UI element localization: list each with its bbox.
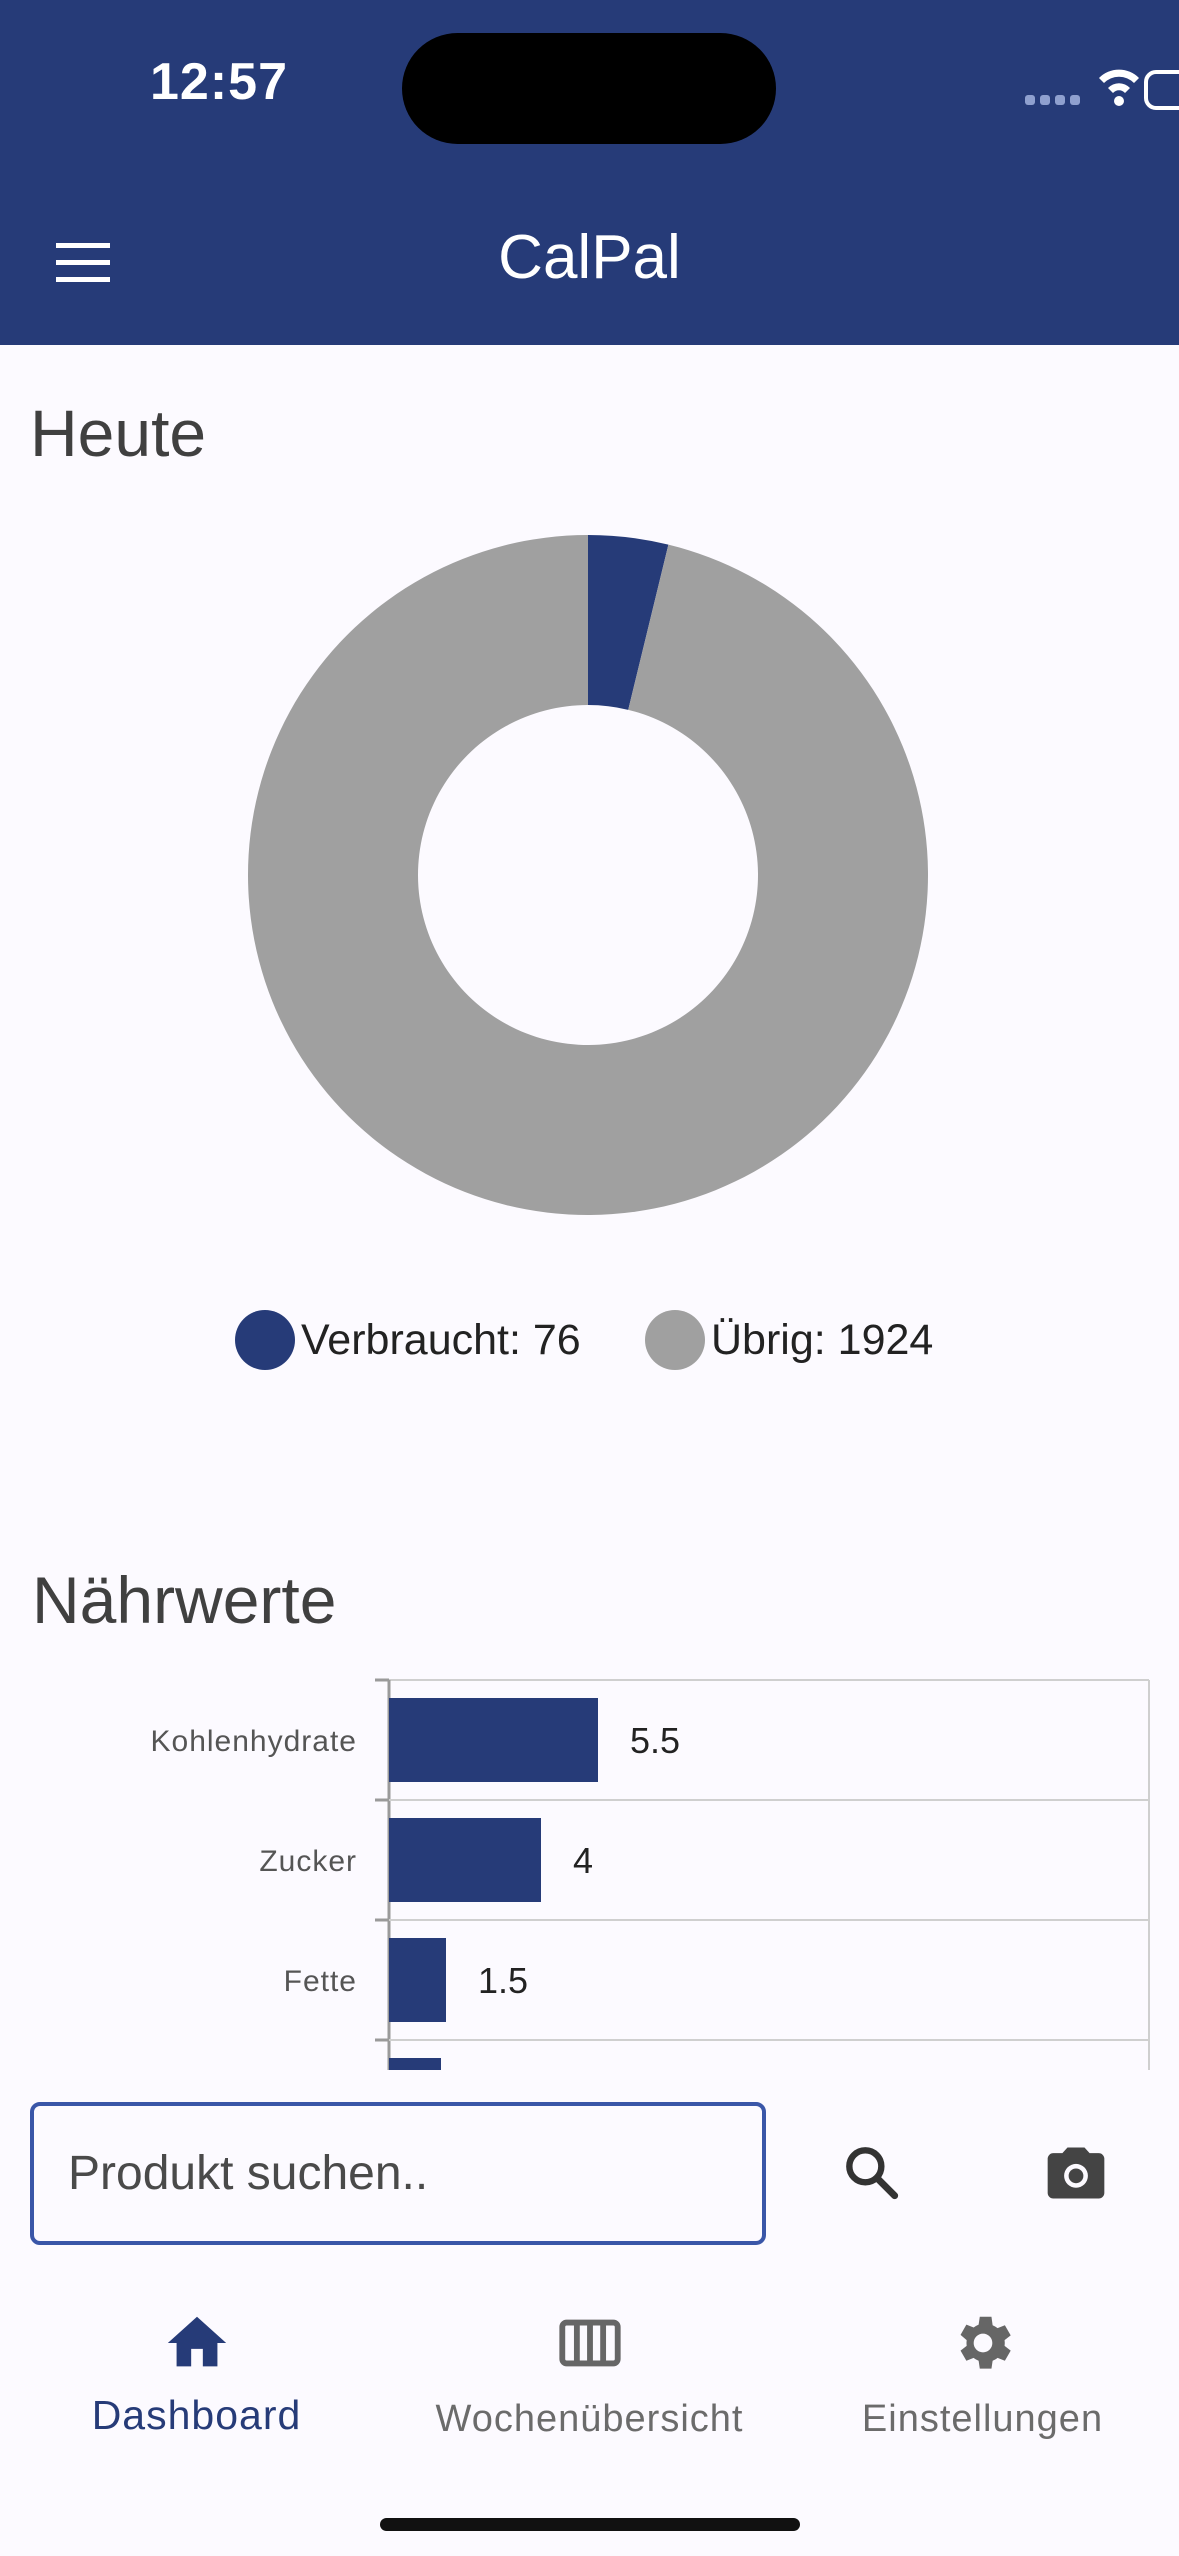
- status-time: 12:57: [150, 53, 288, 111]
- search-input[interactable]: [34, 2106, 762, 2241]
- app-bar: 12:57 CalPal: [0, 0, 1179, 345]
- bar-value-label-0: 5.5: [630, 1720, 680, 1761]
- legend-item-consumed: Verbraucht: 76: [235, 1305, 581, 1375]
- nav-settings[interactable]: Einstellungen: [786, 2280, 1179, 2460]
- nav-weekly-overview[interactable]: Wochenübersicht: [393, 2280, 786, 2460]
- legend-item-remaining: Übrig: 1924: [645, 1305, 933, 1375]
- nav-dashboard[interactable]: Dashboard: [0, 2280, 393, 2460]
- calorie-donut-chart: [248, 535, 929, 1215]
- donut-slice-1: [248, 535, 929, 1215]
- today-title: Heute: [30, 396, 207, 470]
- dynamic-island: [402, 33, 776, 144]
- nutrients-bar-chart: Kohlenhydrate 5.5 Zucker 4 Fette 1.5: [151, 1678, 1150, 2070]
- legend-label-remaining: Übrig: 1924: [711, 1315, 934, 1364]
- bar-partial: [389, 2058, 441, 2070]
- bar-2: [389, 1938, 446, 2022]
- search-field[interactable]: [30, 2102, 766, 2245]
- app-title: CalPal: [498, 223, 681, 292]
- bar-category-label-1: Zucker: [259, 1845, 357, 1878]
- nutrients-title: Nährwerte: [32, 1563, 337, 1637]
- legend-swatch-consumed: [235, 1310, 295, 1370]
- nav-label-dashboard: Dashboard: [91, 2392, 302, 2438]
- signal-icon: [1025, 95, 1080, 105]
- bar-value-label-2: 1.5: [478, 1960, 528, 2001]
- gear-icon: [960, 2316, 1011, 2369]
- wifi-icon: [1099, 69, 1139, 106]
- search-icon: [846, 2147, 899, 2200]
- bar-value-label-1: 4: [573, 1840, 593, 1881]
- status-icons: [1025, 69, 1179, 110]
- calendar-view-week-icon: [558, 2319, 621, 2367]
- home-icon: [167, 2316, 226, 2367]
- nav-label-settings: Einstellungen: [861, 2398, 1104, 2440]
- donut-legend: Verbraucht: 76 Übrig: 1924: [0, 1305, 1179, 1375]
- bottom-navigation: Dashboard Wochenübersicht Einstellungen: [0, 2280, 1179, 2556]
- legend-label-consumed: Verbraucht: 76: [301, 1315, 581, 1364]
- home-indicator: [380, 2518, 800, 2531]
- nav-label-weekly-overview: Wochenübersicht: [435, 2398, 744, 2440]
- camera-button[interactable]: [1021, 2118, 1131, 2228]
- bar-1: [389, 1818, 541, 1902]
- camera-icon: [1047, 2147, 1105, 2199]
- bar-0: [389, 1698, 598, 1782]
- bar-category-label-0: Kohlenhydrate: [151, 1725, 357, 1758]
- search-button[interactable]: [817, 2118, 927, 2228]
- battery-icon: [1144, 70, 1179, 110]
- legend-swatch-remaining: [645, 1310, 705, 1370]
- bar-category-label-2: Fette: [284, 1965, 357, 1998]
